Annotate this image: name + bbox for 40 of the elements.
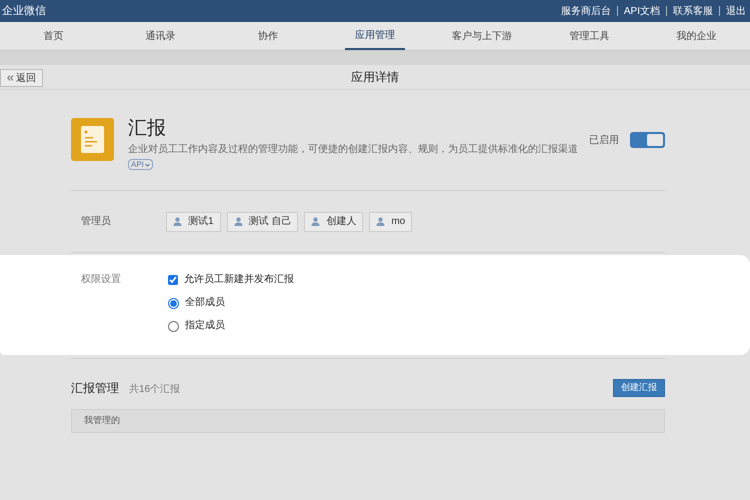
admin-tag: mo xyxy=(369,212,412,232)
top-link[interactable]: 服务商后台 xyxy=(560,4,611,18)
radio-button[interactable] xyxy=(168,320,179,332)
person-icon xyxy=(376,217,386,226)
nav-tab[interactable]: 客户与上下游 xyxy=(428,22,536,50)
brand-name: 企业微信 xyxy=(1,4,46,19)
nav-tab[interactable]: 我的企业 xyxy=(642,22,750,50)
field-label: 权限设置 xyxy=(80,273,122,287)
nav-tab[interactable]: 协作 xyxy=(214,22,322,50)
enable-toggle[interactable] xyxy=(630,132,665,148)
app-description: 企业对员工工作内容及过程的管理功能，可便捷的创建汇报内容、规则，为员工提供标准化的汇报渠道 xyxy=(128,142,579,157)
report-app-icon xyxy=(71,118,114,161)
option-label: 允许员工新建并发布汇报 xyxy=(184,273,294,287)
status-label: 已启用 xyxy=(589,134,619,148)
checkbox[interactable] xyxy=(168,275,178,285)
admin-tag: 创建人 xyxy=(304,212,364,232)
app-name: 汇报 xyxy=(128,118,167,140)
person-icon xyxy=(234,217,243,226)
radio-button[interactable] xyxy=(168,298,179,308)
option-label: 全部成员 xyxy=(185,296,225,310)
admin-tag: 测试1 xyxy=(166,212,221,232)
double-chevron-icon xyxy=(7,75,14,81)
create-report-button[interactable]: 创建汇报 xyxy=(613,379,665,397)
nav-tab[interactable]: 管理工具 xyxy=(536,22,643,50)
admin-tag: 测试 自己 xyxy=(226,212,298,232)
nav-tab[interactable]: 首页 xyxy=(0,22,108,50)
nav-tab[interactable]: 通讯录 xyxy=(107,22,214,50)
field-label: 管理员 xyxy=(80,215,112,229)
page-title: 应用详情 xyxy=(351,69,399,86)
person-icon xyxy=(311,217,320,226)
back-button[interactable]: 返回 xyxy=(0,69,43,87)
caret-icon xyxy=(144,162,150,166)
person-icon xyxy=(173,217,182,226)
list-tab[interactable]: 我管理的 xyxy=(84,414,120,428)
section-title: 汇报管理 xyxy=(71,380,119,397)
top-link[interactable]: 联系客服 xyxy=(673,4,713,18)
option-label: 指定成员 xyxy=(185,319,225,333)
report-count: 共16个汇报 xyxy=(129,382,180,397)
top-link[interactable]: 退出 xyxy=(726,4,746,18)
top-link[interactable]: API文档 xyxy=(624,4,660,18)
